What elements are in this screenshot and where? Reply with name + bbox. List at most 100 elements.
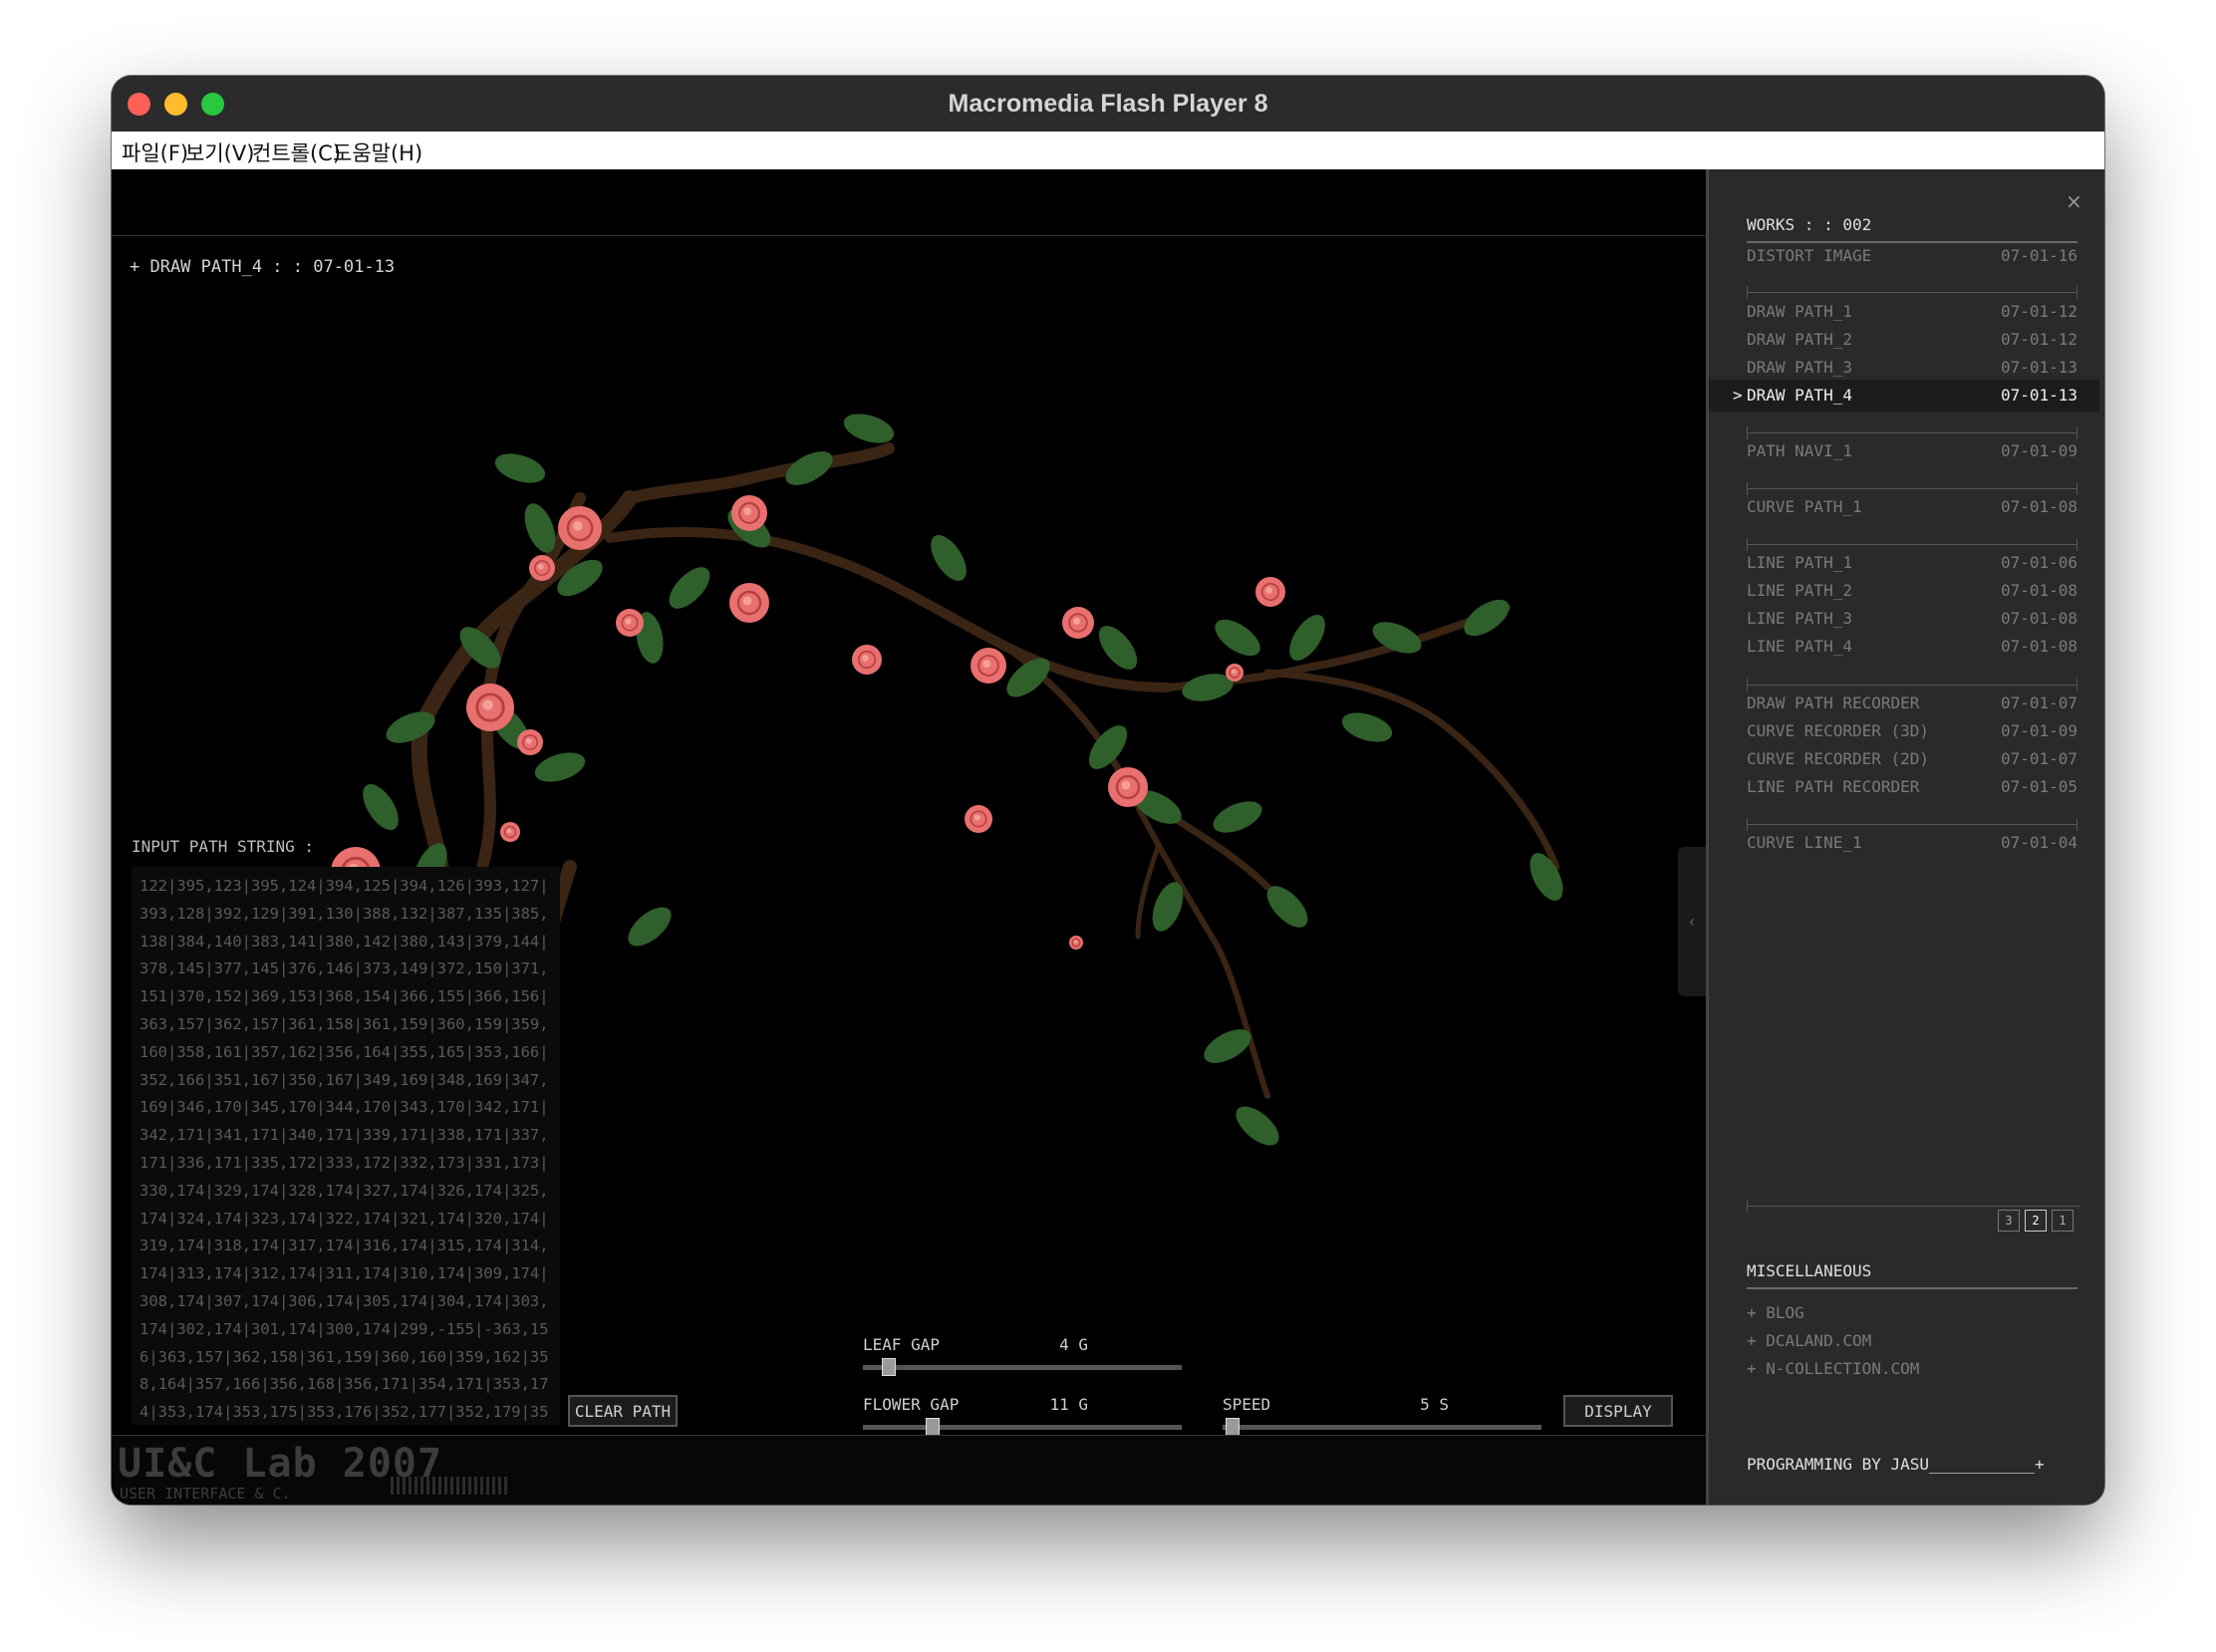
window-title: Macromedia Flash Player 8 bbox=[948, 90, 1268, 118]
collapse-panel-handle[interactable]: ‹ bbox=[1678, 847, 1706, 996]
work-item-date: 07-01-07 bbox=[2000, 749, 2078, 768]
menu-bar: 파일(F) 보기(V) 컨트롤(C) 도움말(H) bbox=[112, 132, 2104, 170]
rose bbox=[731, 495, 767, 531]
rose bbox=[852, 645, 882, 675]
leaf bbox=[1098, 626, 1138, 670]
speed-slider[interactable] bbox=[1223, 1425, 1541, 1430]
flower-gap-slider[interactable] bbox=[863, 1425, 1182, 1430]
page-button-1[interactable]: 1 bbox=[2052, 1210, 2074, 1232]
work-item-date: 07-01-12 bbox=[2000, 330, 2078, 349]
work-item-line-path-2[interactable]: LINE PATH_2 07-01-08 bbox=[1747, 576, 2078, 606]
leaf-gap-slider[interactable] bbox=[863, 1365, 1182, 1370]
work-item-draw-path-1[interactable]: DRAW PATH_1 07-01-12 bbox=[1747, 297, 2078, 327]
work-item-name: LINE PATH_4 bbox=[1747, 637, 1852, 656]
work-item-line-path-1[interactable]: LINE PATH_1 07-01-06 bbox=[1747, 548, 2078, 578]
menu-control[interactable]: 컨트롤(C) bbox=[252, 138, 341, 167]
work-item-name: CURVE LINE_1 bbox=[1747, 833, 1862, 852]
work-item-curve-path-1[interactable]: CURVE PATH_1 07-01-08 bbox=[1747, 492, 2078, 522]
work-item-draw-path-recorder[interactable]: DRAW PATH RECORDER 07-01-07 bbox=[1747, 688, 2078, 718]
branch bbox=[1263, 669, 1560, 871]
work-item-name: DRAW PATH RECORDER bbox=[1747, 693, 1920, 712]
clear-path-button[interactable]: CLEAR PATH bbox=[568, 1395, 678, 1427]
works-panel: × WORKS : : 002 DISTORT IMAGE 07-01-16 DR… bbox=[1706, 169, 2104, 1505]
rose bbox=[529, 555, 555, 581]
page-button-2[interactable]: 2 bbox=[2025, 1210, 2047, 1232]
work-item-date: 07-01-05 bbox=[2000, 777, 2078, 796]
work-item-name: DRAW PATH_2 bbox=[1747, 330, 1852, 349]
rose bbox=[729, 583, 769, 623]
link-dcaland[interactable]: + DCALAND.COM bbox=[1747, 1331, 1871, 1350]
leaf bbox=[1236, 1106, 1279, 1146]
rose bbox=[517, 729, 543, 755]
chevron-left-icon: ‹ bbox=[1688, 912, 1696, 931]
work-item-curve-recorder-2d[interactable]: CURVE RECORDER (2D) 07-01-07 bbox=[1747, 744, 2078, 774]
work-item-name: CURVE RECORDER (3D) bbox=[1747, 721, 1930, 740]
work-item-curve-line-1[interactable]: CURVE LINE_1 07-01-04 bbox=[1747, 828, 2078, 858]
work-item-draw-path-4[interactable]: > DRAW PATH_4 07-01-13 bbox=[1709, 380, 2099, 412]
display-button[interactable]: DISPLAY bbox=[1563, 1395, 1673, 1427]
work-item-date: 07-01-09 bbox=[2000, 721, 2078, 740]
flash-stage: + DRAW PATH_4 : : 07-01-13 INPUT PATH ST… bbox=[112, 169, 1706, 1505]
list-divider bbox=[1747, 286, 2078, 299]
work-item-name: DRAW PATH_4 bbox=[1747, 386, 1852, 405]
work-item-name: CURVE PATH_1 bbox=[1747, 497, 1862, 516]
flower-gap-value: 11 G bbox=[1049, 1395, 1088, 1414]
rose bbox=[1069, 936, 1083, 950]
work-item-date: 07-01-06 bbox=[2000, 553, 2078, 572]
work-item-path-navi-1[interactable]: PATH NAVI_1 07-01-09 bbox=[1747, 436, 2078, 466]
rose bbox=[558, 506, 602, 550]
speed-label: SPEED bbox=[1223, 1395, 1271, 1414]
list-divider bbox=[1747, 818, 2078, 831]
title-bar: Macromedia Flash Player 8 bbox=[112, 76, 2104, 133]
work-item-name: LINE PATH_1 bbox=[1747, 553, 1852, 572]
work-item-name: LINE PATH_2 bbox=[1747, 581, 1852, 600]
leaf bbox=[1464, 599, 1510, 637]
uic-lab-subtitle: USER INTERFACE & C. bbox=[120, 1485, 291, 1503]
pager-divider bbox=[1747, 1200, 2080, 1213]
close-icon[interactable]: × bbox=[2066, 189, 2082, 213]
rose bbox=[500, 822, 520, 842]
work-item-curve-recorder-3d[interactable]: CURVE RECORDER (3D) 07-01-09 bbox=[1747, 716, 2078, 746]
work-item-draw-path-2[interactable]: DRAW PATH_2 07-01-12 bbox=[1747, 325, 2078, 355]
menu-view[interactable]: 보기(V) bbox=[185, 138, 254, 167]
rose bbox=[965, 805, 992, 833]
leaf bbox=[1215, 619, 1260, 657]
logo-bars-decoration bbox=[391, 1477, 510, 1495]
work-item-date: 07-01-13 bbox=[2000, 386, 2078, 405]
work-item-date: 07-01-09 bbox=[2000, 441, 2078, 460]
work-item-line-path-3[interactable]: LINE PATH_3 07-01-08 bbox=[1747, 604, 2078, 634]
work-item-distort-image[interactable]: DISTORT IMAGE 07-01-16 bbox=[1747, 241, 2078, 271]
rose bbox=[1062, 607, 1094, 639]
leaf bbox=[1213, 801, 1262, 833]
rose bbox=[616, 609, 644, 637]
list-divider bbox=[1747, 679, 2078, 691]
work-item-date: 07-01-07 bbox=[2000, 693, 2078, 712]
leaf bbox=[931, 535, 967, 581]
rose bbox=[1255, 577, 1285, 607]
work-item-date: 07-01-08 bbox=[2000, 581, 2078, 600]
page-button-3[interactable]: 3 bbox=[1998, 1210, 2020, 1232]
leaf-gap-slider-thumb[interactable] bbox=[881, 1358, 896, 1376]
work-item-line-path-recorder[interactable]: LINE PATH RECORDER 07-01-05 bbox=[1747, 772, 2078, 802]
leaf bbox=[628, 907, 672, 947]
flower-gap-slider-thumb[interactable] bbox=[926, 1418, 941, 1436]
programming-credit: PROGRAMMING BY JASU___________+ bbox=[1747, 1455, 2045, 1474]
link-n-collection[interactable]: + N-COLLECTION.COM bbox=[1747, 1359, 1919, 1378]
path-string-textarea[interactable]: 122|395,123|395,124|394,125|394,126|393,… bbox=[132, 867, 560, 1425]
work-item-draw-path-3[interactable]: DRAW PATH_3 07-01-13 bbox=[1747, 353, 2078, 383]
leaf bbox=[534, 752, 586, 782]
leaf bbox=[1529, 853, 1563, 901]
work-item-name: LINE PATH_3 bbox=[1747, 609, 1852, 628]
menu-file[interactable]: 파일(F) bbox=[122, 138, 188, 167]
rose bbox=[1226, 664, 1244, 682]
leaf bbox=[1289, 615, 1325, 661]
link-blog[interactable]: + BLOG bbox=[1747, 1303, 1804, 1322]
active-caret-icon: > bbox=[1733, 386, 1743, 405]
menu-help[interactable]: 도움말(H) bbox=[333, 138, 422, 167]
work-item-date: 07-01-08 bbox=[2000, 637, 2078, 656]
work-item-line-path-4[interactable]: LINE PATH_4 07-01-08 bbox=[1747, 632, 2078, 662]
work-item-date: 07-01-16 bbox=[2000, 246, 2078, 265]
list-divider bbox=[1747, 482, 2078, 495]
work-item-date: 07-01-08 bbox=[2000, 609, 2078, 628]
speed-slider-thumb[interactable] bbox=[1225, 1418, 1240, 1436]
